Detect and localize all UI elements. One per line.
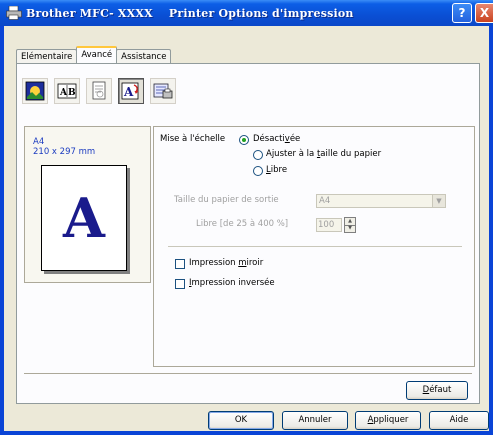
tab-strip: Elémentaire Avancé Assistance [16,46,172,63]
scaling-button[interactable]: A [118,78,144,104]
window-title: Brother MFC- XXXX Printer Options d'impr… [26,6,354,20]
output-paper-size-select[interactable]: A4 ▼ [316,194,446,208]
close-title-button[interactable]: X [475,3,493,23]
printer-settings-icon [153,81,173,101]
reverse-print-label[interactable]: Impression inversée [189,278,275,288]
radio-libre[interactable] [253,166,263,176]
radio-ajuster-label[interactable]: Ajuster à la taille du papier [266,149,381,159]
scaling-label: Mise à l'échelle [160,134,226,144]
tab-elementaire[interactable]: Elémentaire [16,49,78,63]
mirror-print-checkbox[interactable] [175,259,185,269]
bottom-divider [24,373,472,374]
help-button[interactable]: Aide [429,411,489,430]
feature-toolbar: A B A [22,78,182,104]
spin-down-icon[interactable]: ▼ [345,225,355,232]
radio-libre-label[interactable]: Libre [266,165,287,175]
color-image-icon [25,81,45,101]
output-paper-size-value: A4 [319,196,331,206]
paper-size-dimensions: 210 x 297 mm [33,147,96,157]
tab-avance[interactable]: Avancé [76,46,118,63]
title-bar[interactable]: Brother MFC- XXXX Printer Options d'impr… [0,0,493,26]
mirror-print-label[interactable]: Impression miroir [189,258,263,268]
close-icon: X [479,6,490,20]
reverse-print-checkbox[interactable] [175,279,185,289]
help-title-button[interactable]: ? [452,3,472,23]
printer-settings-button[interactable] [150,78,176,104]
section-divider [168,246,462,247]
color-settings-button[interactable] [22,78,48,104]
page-preview: A [41,165,127,271]
free-scale-spinner[interactable]: ▲ ▼ [344,217,356,233]
radio-desactivee[interactable] [239,135,249,145]
free-scale-input[interactable]: 100 [316,218,342,232]
svg-text:A: A [59,88,68,98]
document-stamp-icon [89,81,109,101]
free-scale-label: Libre [de 25 à 400 %] [196,219,289,229]
watermark-ab-icon: A B [57,81,77,101]
chevron-down-icon[interactable]: ▼ [432,195,445,207]
ok-button[interactable]: OK [208,411,274,430]
apply-button[interactable]: Appliquer [355,411,421,430]
paper-size-name: A4 [33,137,45,147]
help-icon: ? [458,6,466,20]
tab-assistance[interactable]: Assistance [116,49,172,63]
printer-icon [6,5,22,20]
radio-desactivee-label[interactable]: Désactivée [253,134,300,144]
default-button[interactable]: Défaut [406,381,468,400]
svg-text:A: A [123,85,134,99]
output-paper-size-label: Taille du papier de sortie [174,195,279,205]
stamp-button[interactable] [86,78,112,104]
watermark-button[interactable]: A B [54,78,80,104]
cancel-button[interactable]: Annuler [282,411,348,430]
scaling-a-icon: A [121,81,141,101]
page-preview-letter: A [63,186,105,250]
radio-ajuster[interactable] [253,150,263,160]
paper-size-info: A4 210 x 297 mm [33,137,95,157]
svg-text:B: B [68,88,76,98]
